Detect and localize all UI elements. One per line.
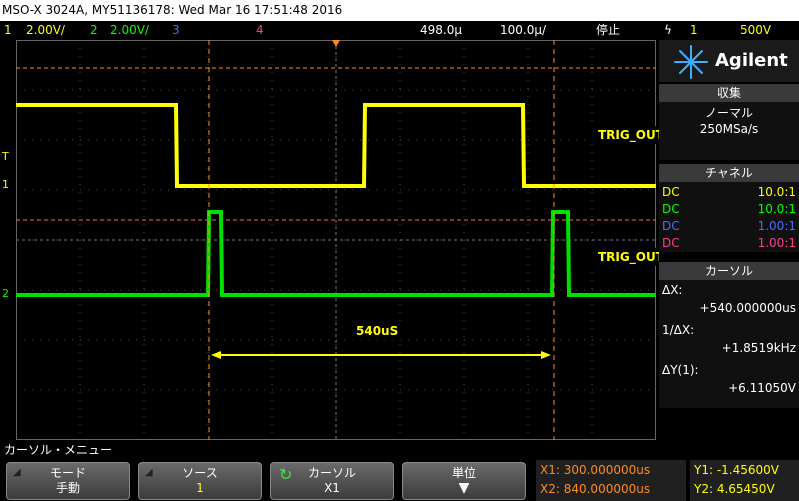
- time-scale: 100.0µ/: [500, 23, 547, 37]
- source-value: 1: [196, 481, 204, 495]
- trigger-slope-icon: ϟ: [664, 23, 672, 37]
- ch3-number[interactable]: 3: [172, 21, 180, 40]
- mode-label: モード: [49, 466, 86, 480]
- cursor-y-readout: Y1: -1.45600V Y2: 4.65450V: [690, 460, 799, 501]
- delta-x-value: +540.000000us: [699, 301, 796, 315]
- span-arrow-right-icon: [541, 351, 551, 359]
- ch1-scale[interactable]: 2.00V/: [26, 21, 65, 40]
- source-label: ソース: [182, 466, 218, 480]
- acquire-mode: ノーマル: [704, 106, 753, 120]
- trigger-level-marker[interactable]: T: [2, 150, 9, 163]
- units-label: 単位: [451, 466, 476, 480]
- channel-row-1[interactable]: DC 10.0:1: [662, 184, 796, 200]
- graticule: [16, 40, 656, 440]
- ch2-scale[interactable]: 2.00V/: [110, 21, 149, 40]
- ch1-ground-marker[interactable]: 1: [2, 178, 9, 191]
- window-title: MSO-X 3024A, MY51136178: Wed Mar 16 17:5…: [0, 0, 799, 21]
- agilent-spark-icon: [674, 45, 708, 79]
- cursor-value: X1: [324, 481, 340, 495]
- trigger-level: 500V: [740, 23, 772, 37]
- channel-row-2[interactable]: DC 10.0:1: [662, 201, 796, 217]
- cursor-header: カーソル: [659, 262, 799, 280]
- channel-row-3[interactable]: DC 1.00:1: [662, 218, 796, 234]
- trigger-position-icon: [332, 40, 340, 47]
- delta-y-label: ΔY(1):: [662, 363, 699, 377]
- run-state: 停止: [596, 23, 621, 37]
- brand-name: Agilent: [715, 50, 788, 71]
- side-panel: Agilent 収集 ノーマル 250MSa/s チャネル DC 10.0:1 D…: [659, 40, 799, 440]
- waveform-canvas: [16, 40, 656, 440]
- menu-title: カーソル・メニュー: [0, 440, 799, 460]
- ch2-ground-marker[interactable]: 2: [2, 287, 9, 300]
- cursor-readouts: ΔX: +540.000000us 1/ΔX: +1.8519kHz ΔY(1)…: [659, 280, 799, 408]
- cursor-softkey[interactable]: ↻ カーソル X1: [270, 462, 394, 500]
- mode-softkey[interactable]: ◢ モード 手動: [6, 462, 130, 500]
- ch2-number[interactable]: 2: [90, 21, 98, 40]
- down-arrow-icon: ▼: [458, 480, 470, 496]
- channel-row-4[interactable]: DC 1.00:1: [662, 235, 796, 251]
- acquire-body: ノーマル 250MSa/s: [659, 102, 799, 160]
- ch1-number[interactable]: 1: [4, 21, 12, 40]
- sample-rate: 250MSa/s: [699, 122, 759, 136]
- delta-x-label: ΔX:: [662, 283, 683, 297]
- ch4-number[interactable]: 4: [256, 21, 264, 40]
- y1-readout: Y1: -1.45600V: [694, 463, 779, 477]
- span-arrow-left-icon: [211, 351, 221, 359]
- source-softkey[interactable]: ◢ ソース 1: [138, 462, 262, 500]
- channel-list: DC 10.0:1 DC 10.0:1 DC 1.00:1 DC 1.00:1: [659, 182, 799, 252]
- trigger-source: 1: [690, 23, 698, 37]
- mode-value: 手動: [55, 481, 80, 495]
- cursor-x-readout: X1: 300.000000us X2: 840.000000us: [536, 460, 686, 501]
- delta-y-value: +6.11050V: [728, 381, 796, 395]
- label-span: 540uS: [348, 322, 407, 340]
- status-bar: 1 2.00V/ 2 2.00V/ 3 4 498.0µ 100.0µ/ 停止 …: [0, 21, 799, 40]
- x2-readout: X2: 840.000000us: [540, 482, 651, 496]
- y2-readout: Y2: 4.65450V: [694, 482, 775, 496]
- units-softkey[interactable]: 単位 ▼: [402, 462, 526, 500]
- acquire-header: 収集: [659, 84, 799, 102]
- waveform-display[interactable]: TRIG_OUT1 TRIG_OUT2 540uS: [16, 40, 681, 440]
- brand-logo: Agilent: [659, 40, 799, 82]
- channel-header: チャネル: [659, 164, 799, 182]
- inverse-delta-x-value: +1.8519kHz: [721, 341, 796, 355]
- cursor-label: カーソル: [307, 466, 356, 480]
- inverse-delta-x-label: 1/ΔX:: [662, 323, 695, 337]
- time-position: 498.0µ: [420, 23, 462, 37]
- x1-readout: X1: 300.000000us: [540, 463, 651, 477]
